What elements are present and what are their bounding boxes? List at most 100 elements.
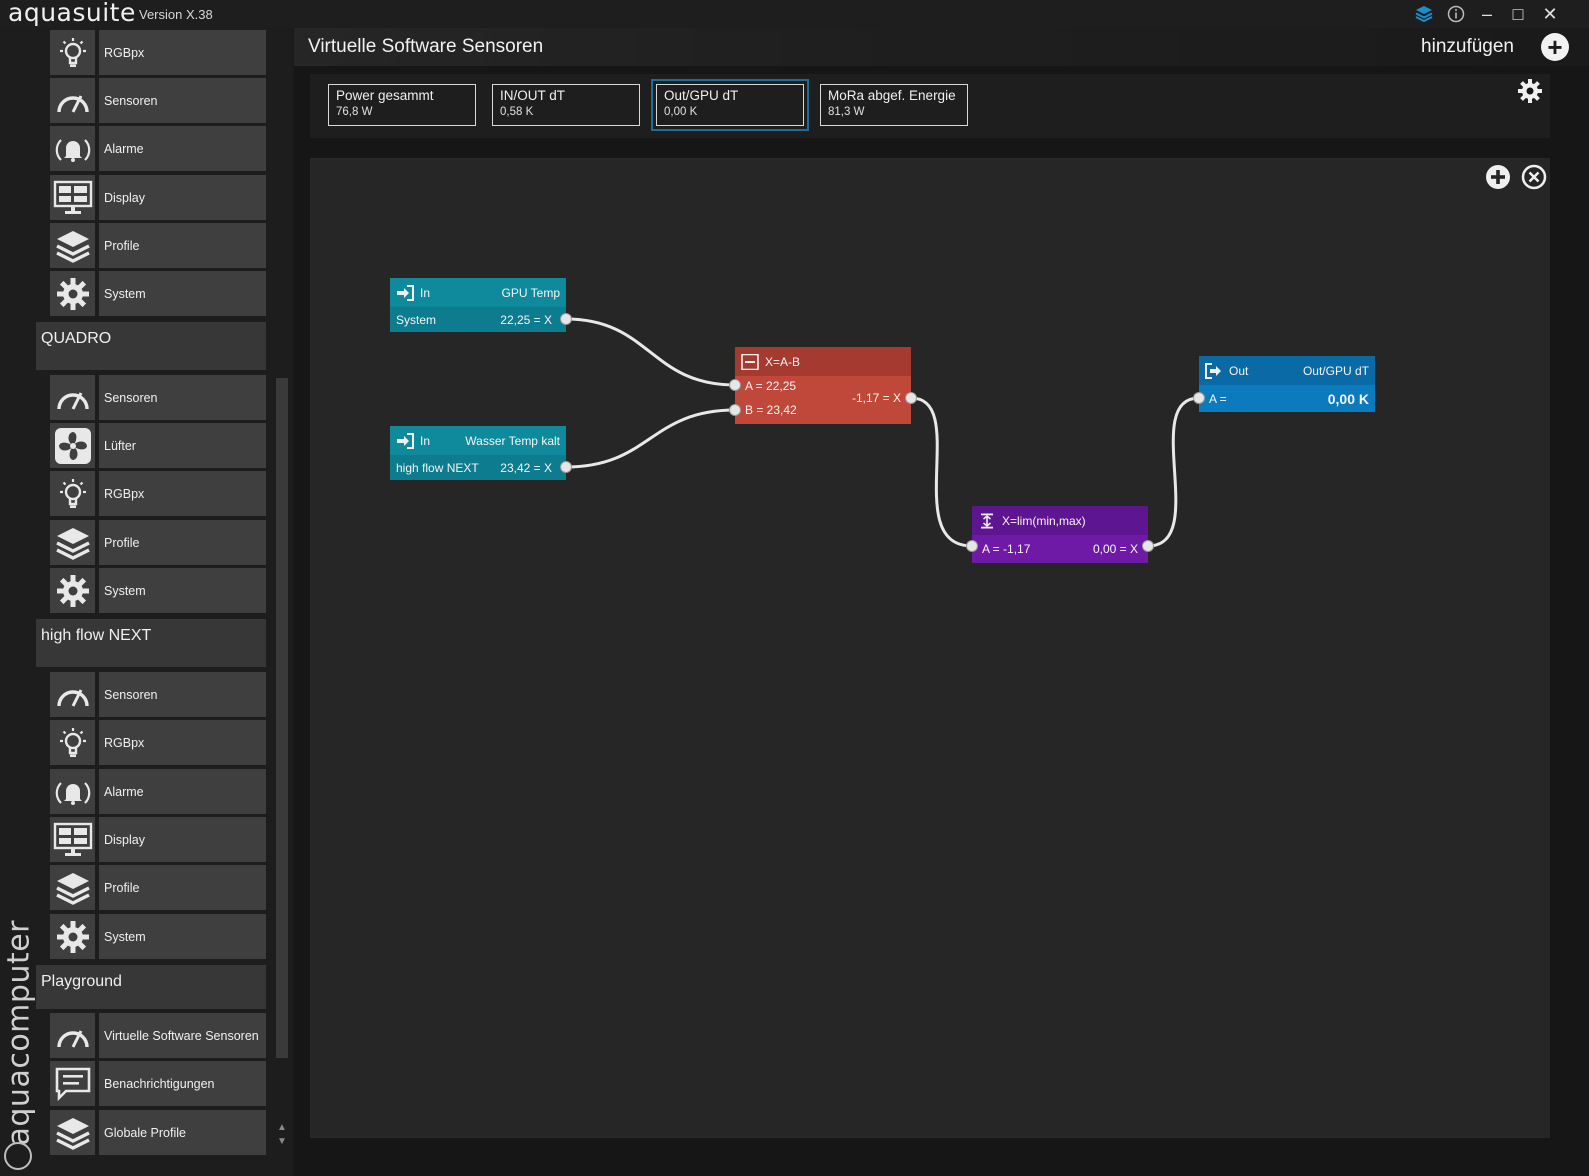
sidebar-item-alarme[interactable]: Alarme xyxy=(50,126,266,171)
subtract-node[interactable]: X=A-B A = 22,25 B = 23,42 -1,17 = X xyxy=(735,347,911,424)
sidebar-item-sensoren[interactable]: Sensoren xyxy=(50,672,266,717)
output-node[interactable]: Out Out/GPU dT A = 0,00 K xyxy=(1199,356,1375,412)
input-node-gpu-temp[interactable]: In GPU Temp System 22,25 = X xyxy=(390,278,566,332)
sensor-name: Power gesammt xyxy=(336,88,434,103)
sidebar-section-header[interactable]: Playground xyxy=(36,965,266,1009)
sign-in-icon xyxy=(396,284,414,301)
sidebar: RGBpx Sensoren Alarme Display Profile System Q… xyxy=(0,28,292,1176)
scroll-up-icon[interactable]: ▲ xyxy=(276,1122,288,1133)
sidebar-item-label: Globale Profile xyxy=(99,1110,266,1155)
add-label[interactable]: hinzufügen xyxy=(1421,36,1514,58)
display-icon xyxy=(50,175,95,220)
sidebar-item-label: Profile xyxy=(99,223,266,268)
node-value: 23,42 = X xyxy=(500,460,552,475)
sidebar-item-sensoren[interactable]: Sensoren xyxy=(50,78,266,123)
node-header: X=lim(min,max) xyxy=(972,506,1148,535)
node-name: Out/GPU dT xyxy=(1302,363,1369,378)
sidebar-item-alarme[interactable]: Alarme xyxy=(50,769,266,814)
output-value: -1,17 = X xyxy=(851,391,901,405)
sidebar-item-l-fter[interactable]: Lüfter xyxy=(50,423,266,468)
node-header: In Wasser Temp kalt xyxy=(390,426,566,455)
sidebar-item-profile[interactable]: Profile xyxy=(50,223,266,268)
input-port-a[interactable] xyxy=(729,379,741,391)
gauge-icon xyxy=(50,78,95,123)
minimize-button[interactable]: – xyxy=(1474,2,1500,26)
output-port[interactable] xyxy=(1142,540,1154,552)
input-port-a[interactable] xyxy=(966,540,978,552)
sidebar-item-label: RGBpx xyxy=(99,30,266,75)
node-row: A = -1,17 0,00 = X xyxy=(972,535,1148,563)
sidebar-item-system[interactable]: System xyxy=(50,568,266,613)
sensor-tile[interactable]: Power gesammt 76,8 W xyxy=(328,84,476,126)
bulb-icon xyxy=(50,720,95,765)
sidebar-item-rgbpx[interactable]: RGBpx xyxy=(50,720,266,765)
scroll-down-icon[interactable]: ▼ xyxy=(276,1136,288,1147)
output-port[interactable] xyxy=(560,461,572,473)
sensor-value: 76,8 W xyxy=(336,106,373,118)
node-source: System xyxy=(396,312,437,327)
sidebar-item-globale-profile[interactable]: Globale Profile xyxy=(50,1110,266,1155)
sidebar-item-label: Lüfter xyxy=(99,423,266,468)
output-port[interactable] xyxy=(905,392,917,404)
sensor-tile-active[interactable]: Out/GPU dT 0,00 K xyxy=(651,79,809,131)
sidebar-item-system[interactable]: System xyxy=(50,914,266,959)
wire-water-to-b xyxy=(565,408,736,469)
fan-icon xyxy=(50,423,95,468)
node-header: X=A-B xyxy=(735,347,911,376)
title-bar: aquasuite Version X.38 – □ ✕ xyxy=(0,0,1589,28)
sensor-tile[interactable]: MoRa abgef. Energie 81,3 W xyxy=(820,84,968,126)
maximize-button[interactable]: □ xyxy=(1505,2,1531,26)
layers-icon xyxy=(50,223,95,268)
node-body: A = 22,25 B = 23,42 -1,17 = X xyxy=(735,376,911,424)
sidebar-item-profile[interactable]: Profile xyxy=(50,520,266,565)
node-value: 22,25 = X xyxy=(500,312,552,327)
sidebar-item-label: Profile xyxy=(99,865,266,910)
input-port-a[interactable] xyxy=(1193,392,1205,404)
sign-out-icon xyxy=(1205,362,1223,379)
sensor-value: 0,00 K xyxy=(664,106,698,118)
sidebar-item-benachrichtigungen[interactable]: Benachrichtigungen xyxy=(50,1061,266,1106)
sidebar-item-label: System xyxy=(99,568,266,613)
sidebar-item-label: Sensoren xyxy=(99,375,266,420)
node-row: System 22,25 = X xyxy=(390,307,566,332)
add-button[interactable]: + xyxy=(1541,33,1569,61)
node-canvas[interactable]: In GPU Temp System 22,25 = X In Wasser T… xyxy=(310,158,1550,1138)
sidebar-item-display[interactable]: Display xyxy=(50,175,266,220)
input-port-b[interactable] xyxy=(729,404,741,416)
sidebar-item-rgbpx[interactable]: RGBpx xyxy=(50,471,266,516)
bulb-icon xyxy=(50,30,95,75)
output-port[interactable] xyxy=(560,313,572,325)
gear-icon xyxy=(50,568,95,613)
display-icon xyxy=(50,817,95,862)
sidebar-item-rgbpx[interactable]: RGBpx xyxy=(50,30,266,75)
layers-tray-icon[interactable] xyxy=(1411,2,1437,26)
sidebar-item-system[interactable]: System xyxy=(50,271,266,316)
input-a-value: A = -1,17 xyxy=(982,542,1031,556)
close-canvas-icon[interactable] xyxy=(1521,164,1547,190)
sidebar-item-profile[interactable]: Profile xyxy=(50,865,266,910)
sidebar-item-label: Alarme xyxy=(99,126,266,171)
sensor-tile[interactable]: IN/OUT dT 0,58 K xyxy=(492,84,640,126)
sidebar-item-label: Display xyxy=(99,175,266,220)
app-title: aquasuite xyxy=(8,0,136,27)
close-button[interactable]: ✕ xyxy=(1537,2,1563,26)
sidebar-scrollbar[interactable] xyxy=(276,378,288,1058)
page-title: Virtuelle Software Sensoren xyxy=(308,36,544,57)
node-row: A = 0,00 K xyxy=(1199,385,1375,412)
sidebar-item-display[interactable]: Display xyxy=(50,817,266,862)
info-icon[interactable] xyxy=(1443,2,1469,26)
sidebar-section-header[interactable]: QUADRO xyxy=(36,322,266,370)
node-header: In GPU Temp xyxy=(390,278,566,307)
sidebar-item-sensoren[interactable]: Sensoren xyxy=(50,375,266,420)
sidebar-section-header[interactable]: high flow NEXT xyxy=(36,619,266,667)
brand-logo-icon xyxy=(4,1142,32,1170)
add-node-icon[interactable] xyxy=(1485,164,1511,190)
wire-sub-to-lim xyxy=(910,396,973,548)
sidebar-item-label: Benachrichtigungen xyxy=(99,1061,266,1106)
input-node-water-temp[interactable]: In Wasser Temp kalt high flow NEXT 23,42… xyxy=(390,426,566,480)
limit-node[interactable]: X=lim(min,max) A = -1,17 0,00 = X xyxy=(972,506,1148,563)
sidebar-item-virtuelle-software-sensoren[interactable]: Virtuelle Software Sensoren xyxy=(50,1013,266,1058)
input-b-value: B = 23,42 xyxy=(745,403,797,417)
settings-gear-icon[interactable] xyxy=(1517,78,1543,104)
main-panel: Virtuelle Software Sensoren hinzufügen +… xyxy=(294,28,1589,1176)
